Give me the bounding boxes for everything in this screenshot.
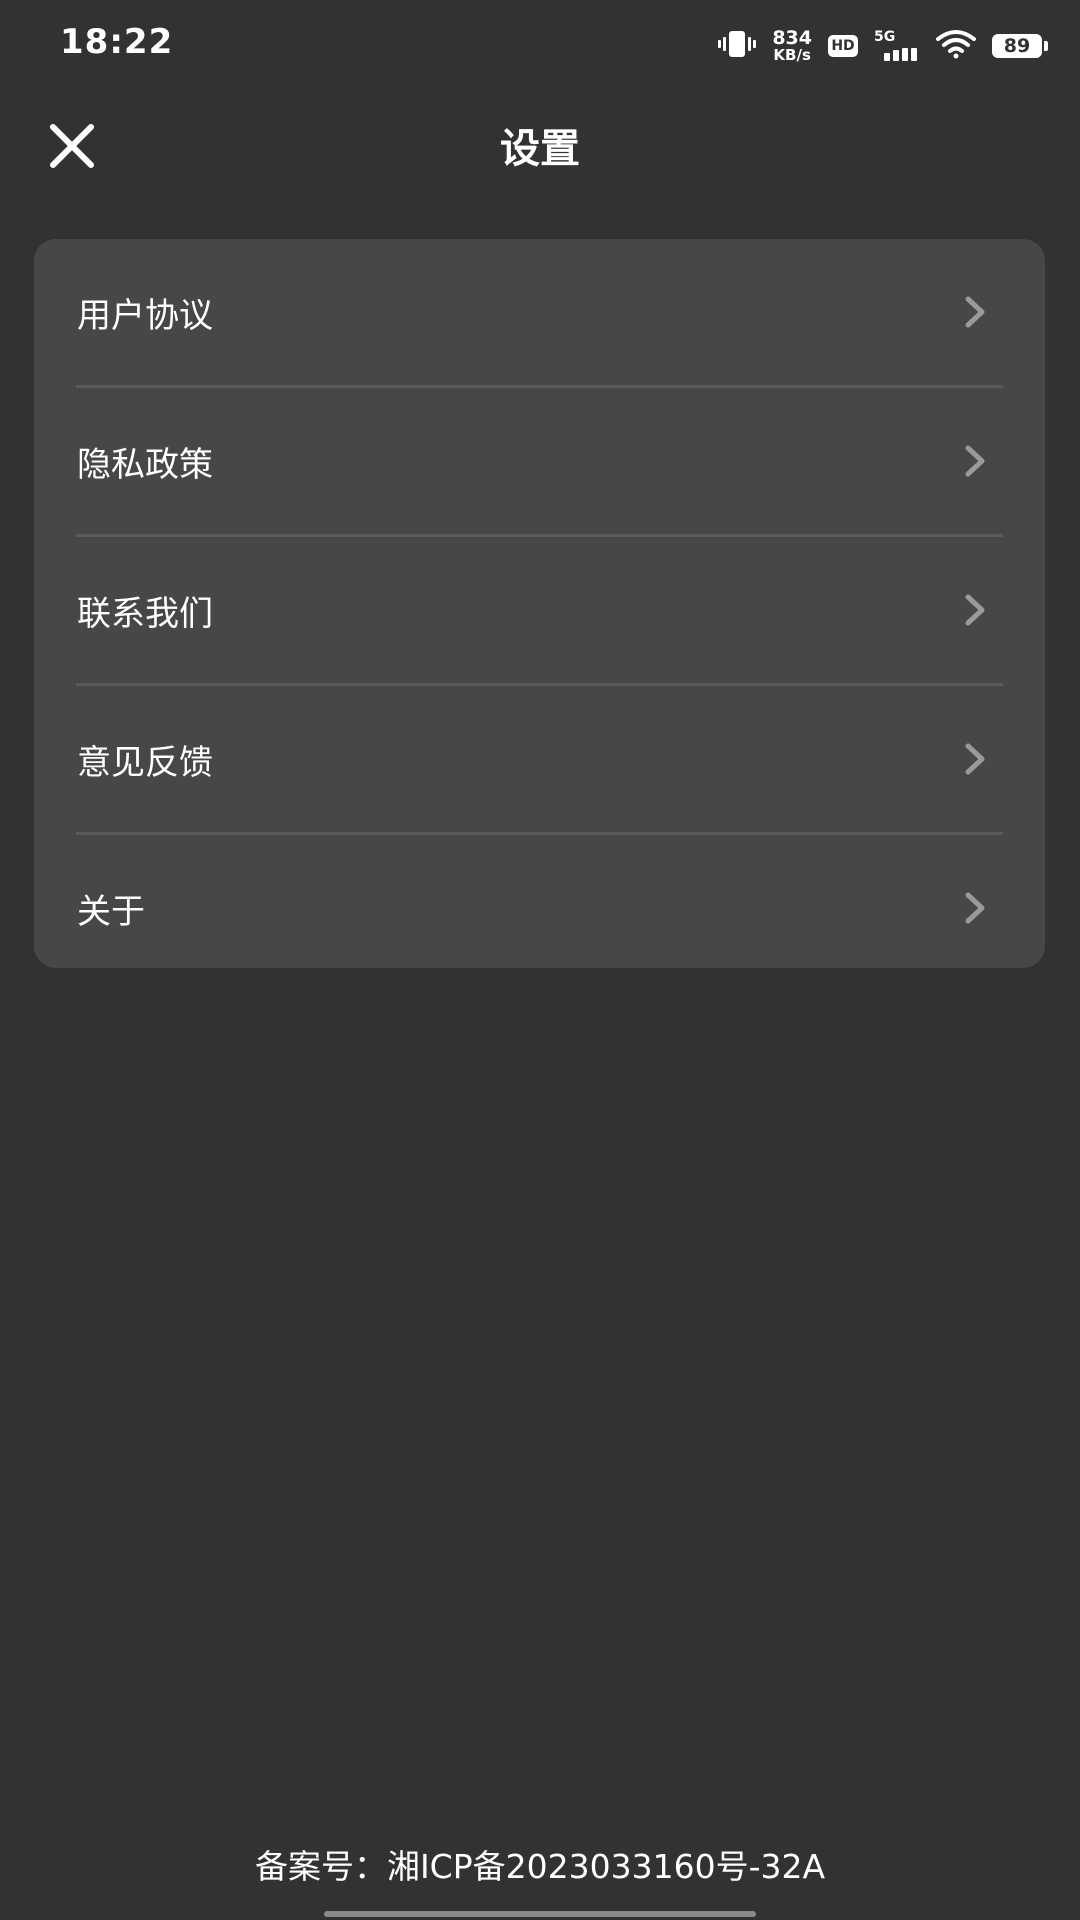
menu-item-about[interactable]: 关于 xyxy=(34,835,1045,968)
menu-item-privacy-policy[interactable]: 隐私政策 xyxy=(34,388,1045,534)
vibrate-icon xyxy=(718,29,757,63)
network-speed: 834 KB/s xyxy=(772,29,812,63)
wifi-icon xyxy=(936,29,976,63)
chevron-right-icon xyxy=(965,296,985,328)
chevron-right-icon xyxy=(965,594,985,626)
page-title: 设置 xyxy=(500,126,580,172)
chevron-right-icon xyxy=(965,743,985,775)
home-indicator[interactable] xyxy=(324,1911,756,1917)
network-type: 5G xyxy=(874,29,896,45)
chevron-right-icon xyxy=(965,892,985,924)
status-bar: 18:22 834 KB/s HD 5G 89 xyxy=(0,0,1080,90)
icp-record-number: 备案号：湘ICP备2023033160号-32A xyxy=(254,1847,826,1886)
menu-item-label: 隐私政策 xyxy=(77,444,213,485)
status-icons: 834 KB/s HD 5G 89 xyxy=(718,26,1048,66)
hd-icon: HD xyxy=(828,35,858,57)
settings-screen: 18:22 834 KB/s HD 5G 89 设置 用户协议 隐私政策 联系我… xyxy=(0,0,1080,1920)
menu-item-user-agreement[interactable]: 用户协议 xyxy=(34,239,1045,385)
menu-item-label: 关于 xyxy=(77,891,145,932)
menu-item-label: 意见反馈 xyxy=(77,742,213,783)
menu-item-label: 用户协议 xyxy=(77,295,213,336)
menu-item-feedback[interactable]: 意见反馈 xyxy=(34,686,1045,832)
menu-item-label: 联系我们 xyxy=(77,593,213,634)
cellular-signal-icon: 5G xyxy=(874,29,920,61)
status-time: 18:22 xyxy=(60,22,174,62)
menu-item-contact-us[interactable]: 联系我们 xyxy=(34,537,1045,683)
chevron-right-icon xyxy=(965,445,985,477)
network-speed-unit: KB/s xyxy=(773,46,811,64)
battery-icon: 89 xyxy=(992,34,1048,58)
settings-menu: 用户协议 隐私政策 联系我们 意见反馈 关于 xyxy=(34,239,1045,968)
battery-level: 89 xyxy=(1003,35,1031,57)
